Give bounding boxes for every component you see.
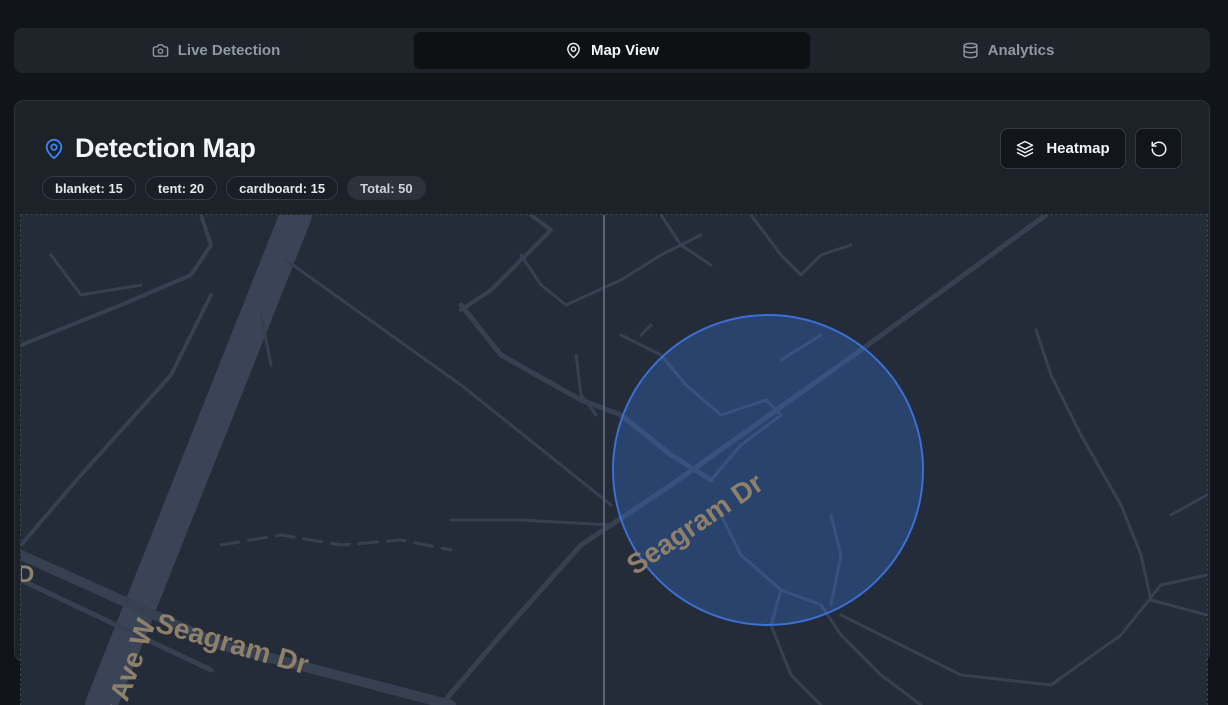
detection-counts: blanket: 15 tent: 20 cardboard: 15 Total… — [42, 176, 426, 200]
tab-map-view[interactable]: Map View — [414, 32, 810, 69]
reset-view-button[interactable] — [1135, 128, 1182, 169]
detection-map[interactable]: Seagram Dr Seagram Dr y Ave W D — [20, 214, 1208, 705]
rotate-ccw-icon — [1151, 141, 1166, 156]
view-tabs: Live Detection Map View Analytics — [14, 28, 1210, 73]
page-title: Detection Map — [75, 133, 256, 163]
tab-label: Analytics — [987, 42, 1055, 59]
card-header: Detection Map — [43, 133, 256, 164]
tab-label: Map View — [590, 42, 660, 59]
heatmap-toggle-button[interactable]: Heatmap — [1000, 128, 1126, 169]
layers-icon — [1017, 140, 1034, 157]
tab-live-detection[interactable]: Live Detection — [18, 32, 414, 69]
street-label: D — [21, 561, 35, 588]
count-badge-cardboard: cardboard: 15 — [226, 176, 339, 200]
map-pin-icon — [45, 138, 63, 159]
tab-label: Live Detection — [177, 42, 281, 59]
heatmap-label: Heatmap — [1046, 140, 1110, 157]
detection-cluster-circle — [612, 314, 924, 626]
map-pin-icon — [567, 42, 580, 59]
tab-analytics[interactable]: Analytics — [810, 32, 1206, 69]
camera-icon — [152, 44, 169, 57]
database-icon — [963, 42, 978, 59]
count-badge-blanket: blanket: 15 — [42, 176, 136, 200]
count-badge-tent: tent: 20 — [144, 176, 218, 200]
count-badge-total: Total: 50 — [347, 176, 426, 200]
